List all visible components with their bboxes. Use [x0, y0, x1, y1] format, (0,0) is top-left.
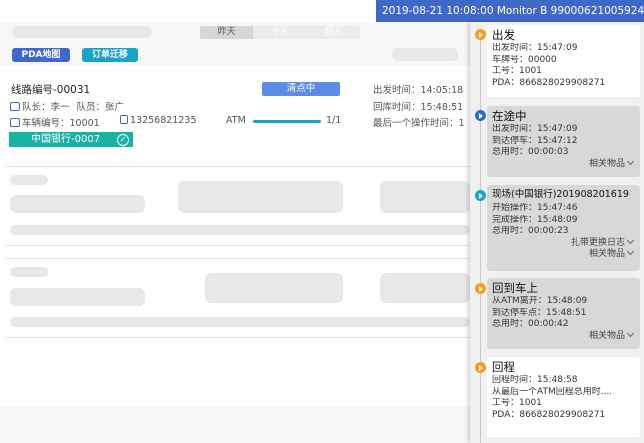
phone-label: 13256821235: [130, 115, 197, 126]
timeline-item-line: PDA：866828029908271: [492, 77, 606, 88]
timeline-item-depart: 出发 出发时间：15:47:09 车牌号：00000 工号：1001 PDA：8…: [487, 25, 640, 97]
timeline-item-title: 回程: [492, 360, 515, 374]
skeleton-line: [10, 195, 145, 213]
tab-tomorrow[interactable]: 明天: [306, 26, 360, 39]
last-op-time: 最后一个操作时间：1: [373, 118, 465, 129]
return-time: 回库时间：15:48:51: [373, 102, 464, 113]
timeline-item-line: 工号：1001: [492, 398, 542, 408]
leader-row: 队长：李一 队员：张广: [10, 99, 124, 113]
skeleton-line: [10, 225, 470, 235]
timeline-item-line: 到达停车：15:47:12: [492, 135, 578, 146]
timeline-item-line: 总用时：00:00:23: [492, 226, 569, 236]
seal-change-log-link[interactable]: 扎带更换日志: [492, 236, 635, 250]
timeline-item-title: 现场(中国银行)201908201619: [492, 189, 629, 200]
skeleton-line: [380, 273, 470, 303]
timeline-item-return: 回程 回程时间：15:48:58 从最后一个ATM回程总用时.... 工号：10…: [487, 357, 640, 437]
atm-label: ATM: [226, 115, 246, 126]
member-label: 队员：张广: [76, 102, 125, 113]
top-bar: 2019-08-21 10:08:00 Monitor B 9900062100…: [0, 0, 644, 22]
timeline-item-line: 总用时：00:00:42: [492, 319, 569, 329]
timeline-item-in-transit: 在途中 出发时间：15:47:09 到达停车：15:47:12 总用时：00:0…: [487, 106, 640, 177]
skeleton-line: [380, 181, 470, 213]
vehicle-row: 车辆编号：10001: [10, 115, 100, 129]
person-icon: [10, 102, 20, 111]
skeleton-line: [205, 273, 343, 303]
related-items-label: 相关物品: [588, 249, 625, 259]
skeleton-line: [10, 175, 48, 185]
depart-time: 出发时间：14:05:18: [373, 85, 464, 96]
timeline-item-line: 开始操作：15:47:46: [492, 203, 578, 213]
play-circle-icon: [475, 283, 486, 294]
timeline-axis: [480, 32, 481, 443]
play-circle-icon: [475, 190, 486, 201]
status-badge: 清点中: [262, 82, 340, 96]
related-items-label: 相关物品: [588, 330, 625, 341]
route-number: 线路编号-00031: [11, 84, 91, 96]
atm-count: 1/1: [326, 115, 342, 126]
order-migrate-button[interactable]: 订单迁移: [82, 48, 138, 62]
atm-progress-bar: [253, 120, 321, 123]
timeline-item-line: PDA：866828029908271: [492, 409, 606, 420]
system-info: 2019-08-21 10:08:00 Monitor B 9900062100…: [376, 0, 644, 22]
related-items-link[interactable]: 相关物品: [492, 247, 635, 261]
atm-progress-fill: [253, 120, 321, 123]
play-circle-icon: [475, 362, 486, 373]
timeline-item-line: 工号：1001: [492, 66, 542, 76]
timeline-item-back-to-car: 回到车上 从ATM离开：15:48:09 到达停车点：15:48:51 总用时：…: [487, 278, 640, 349]
leader-label: 队长：李一: [22, 102, 70, 113]
timeline-drawer: 出发 出发时间：15:47:09 车牌号：00000 工号：1001 PDA：8…: [470, 22, 644, 443]
timeline-item-line: 总用时：00:00:03: [492, 147, 569, 157]
timeline-item-line: 出发时间：15:47:09: [492, 43, 578, 53]
car-icon: [10, 118, 20, 127]
bank-tag[interactable]: 中国银行-0007 ✓: [9, 132, 133, 147]
vehicle-label: 车辆编号：10001: [22, 118, 100, 129]
skeleton-line: [10, 267, 48, 277]
bank-tag-label: 中国银行-0007: [31, 134, 101, 145]
phone-icon: [120, 115, 128, 124]
timeline-item-line: 车牌号：00000: [492, 54, 557, 65]
day-tabs: 昨天 今天 明天: [200, 26, 360, 39]
filter-placeholder-left: [12, 26, 152, 38]
skeleton-line: [178, 181, 343, 213]
seal-change-log-label: 扎带更换日志: [570, 237, 625, 248]
chevron-down-icon: [626, 247, 635, 256]
timeline-item-title: 出发: [492, 28, 515, 42]
play-circle-icon: [475, 110, 486, 121]
timeline-item-title: 在途中: [492, 109, 527, 123]
related-items-link[interactable]: 相关物品: [492, 329, 635, 343]
chevron-down-icon: [626, 329, 635, 337]
check-circle-icon: ✓: [117, 133, 129, 146]
related-items-link[interactable]: 相关物品: [492, 157, 635, 171]
timeline-item-title: 回到车上: [492, 281, 538, 295]
play-circle-icon: [475, 29, 486, 40]
tab-today[interactable]: 今天: [253, 26, 307, 39]
pda-map-button[interactable]: PDA地图: [12, 48, 70, 62]
skeleton-line: [10, 317, 470, 327]
phone-row: 13256821235: [120, 115, 197, 126]
timeline-item-line: 从ATM离开：15:48:09: [492, 296, 588, 306]
timeline-item-site: 现场(中国银行)201908201619 开始操作：15:47:46 完成操作：…: [487, 185, 640, 271]
search-placeholder: [392, 48, 458, 61]
related-items-label: 相关物品: [588, 158, 625, 169]
skeleton-line: [10, 288, 145, 306]
tab-yesterday[interactable]: 昨天: [200, 26, 254, 39]
timeline-item-line: 完成操作：15:48:09: [492, 214, 578, 225]
timeline-item-line: 到达停车点：15:48:51: [492, 307, 587, 318]
chevron-down-icon: [626, 157, 635, 165]
chevron-down-icon: [626, 236, 635, 244]
timeline-item-line: 回程时间：15:48:58: [492, 375, 578, 385]
timeline-item-line: 出发时间：15:47:09: [492, 124, 578, 134]
timeline-item-line: 从最后一个ATM回程总用时....: [492, 386, 613, 397]
